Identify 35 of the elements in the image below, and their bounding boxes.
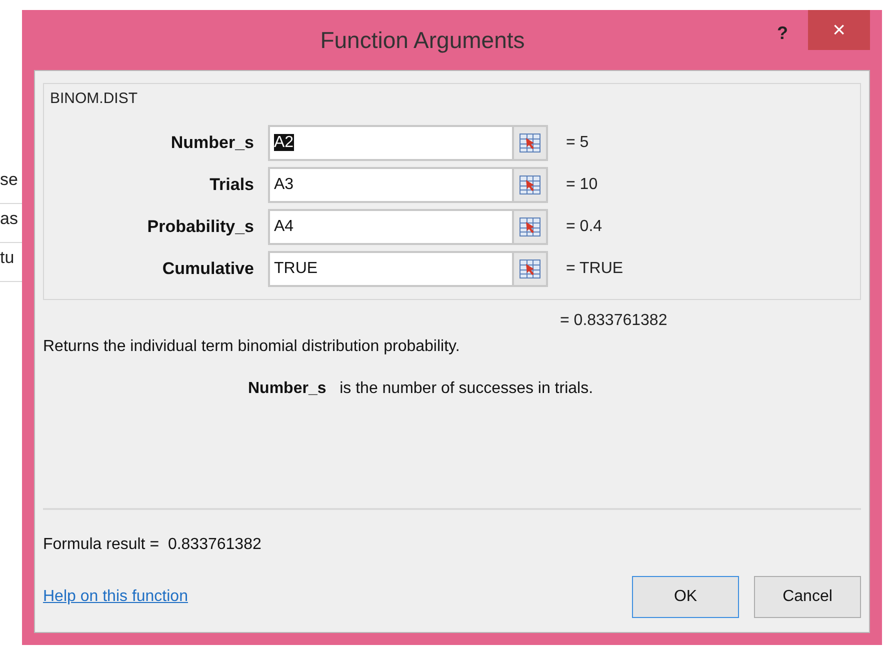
range-select-icon [519,133,541,153]
argument-label: Probability_s [146,217,254,237]
close-button[interactable]: × [808,10,870,50]
function-result: = 0.833761382 [559,311,668,330]
function-name: BINOM.DIST [49,89,139,109]
argument-label: Number_s [170,133,254,153]
argument-input-field[interactable]: A4 [268,209,548,245]
range-select-button[interactable] [512,127,546,159]
argument-result: = 0.4 [565,218,604,236]
argument-input-field[interactable]: TRUE [268,251,548,287]
dialog-button[interactable]: Cancel [754,576,861,618]
argument-help: Number_s is the number of successes in trials. [247,379,594,398]
argument-result: = 5 [565,134,590,152]
range-select-button[interactable] [512,211,546,243]
range-select-button[interactable] [512,253,546,285]
range-select-button[interactable] [512,169,546,201]
argument-value: A3 [274,176,294,193]
dialog-button[interactable]: OK [632,576,739,618]
argument-value: A4 [274,218,294,235]
argument-value: TRUE [274,260,318,277]
argument-result: = 10 [565,176,599,194]
argument-value: A2 [274,134,294,151]
function-description: Returns the individual term binomial distribution probability. [43,337,461,356]
argument-label: Trials [208,175,254,195]
help-link[interactable]: Help on this function [43,588,617,606]
formula-result: Formula result = 0.833761382 [43,535,262,554]
window-title: Function Arguments [319,26,526,54]
argument-label: Cumulative [161,259,254,279]
range-select-icon [519,217,541,237]
argument-input-field[interactable]: A2 [268,125,548,161]
range-select-icon [519,259,541,279]
help-button[interactable]: ? [771,22,794,44]
range-select-icon [519,175,541,195]
argument-result: = TRUE [565,260,624,278]
argument-input-field[interactable]: A3 [268,167,548,203]
